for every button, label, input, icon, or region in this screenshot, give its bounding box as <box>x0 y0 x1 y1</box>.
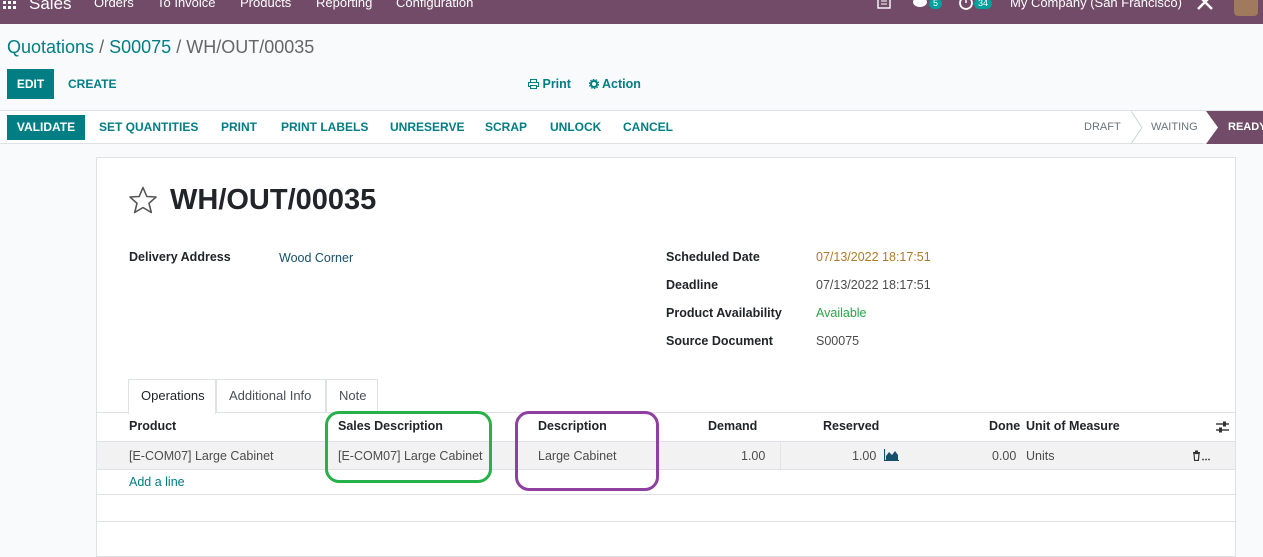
apps-menu-icon[interactable] <box>3 0 19 12</box>
product-availability-label: Product Availability <box>666 306 782 320</box>
print-menu[interactable]: Print <box>528 69 571 99</box>
divider <box>97 521 1235 522</box>
action-label: Action <box>602 77 641 91</box>
menu-to-invoice[interactable]: To Invoice <box>157 0 216 10</box>
add-a-line-link[interactable]: Add a line <box>129 475 185 489</box>
gear-icon <box>588 78 600 90</box>
scrap-button[interactable]: SCRAP <box>485 112 527 142</box>
print-labels-button[interactable]: PRINT LABELS <box>281 112 368 142</box>
company-switcher[interactable]: My Company (San Francisco) <box>1010 0 1182 10</box>
cancel-button[interactable]: CANCEL <box>623 112 673 142</box>
row-reserved[interactable]: 1.00 <box>852 449 876 463</box>
source-document-label: Source Document <box>666 334 773 348</box>
delivery-address-label: Delivery Address <box>129 250 231 264</box>
edit-button[interactable]: EDIT <box>7 69 54 99</box>
trash-icon[interactable] <box>1192 450 1210 461</box>
messages-badge: 5 <box>929 0 943 9</box>
statusbar: VALIDATE SET QUANTITIES PRINT PRINT LABE… <box>0 111 1263 144</box>
row-unit-of-measure[interactable]: Units <box>1026 449 1054 463</box>
chevron-right-icon <box>1131 111 1143 144</box>
menu-orders[interactable]: Orders <box>94 0 134 10</box>
breadcrumb-separator: / <box>176 37 182 57</box>
row-demand[interactable]: 1.00 <box>741 449 765 463</box>
action-menu[interactable]: Action <box>588 69 641 99</box>
divider <box>97 412 128 413</box>
menu-configuration[interactable]: Configuration <box>396 0 473 10</box>
highlight-description <box>515 411 659 491</box>
unreserve-button[interactable]: UNRESERVE <box>390 112 464 142</box>
form-sheet <box>96 157 1236 557</box>
tab-operations[interactable]: Operations <box>128 379 216 414</box>
print-icon <box>528 79 539 89</box>
row-done[interactable]: 0.00 <box>992 449 1016 463</box>
divider <box>97 469 1235 470</box>
row-product[interactable]: [E-COM07] Large Cabinet <box>129 449 274 463</box>
print-label: Print <box>542 77 571 91</box>
unlock-button[interactable]: UNLOCK <box>550 112 601 142</box>
breadcrumb-sale-order[interactable]: S00075 <box>109 37 171 57</box>
chevron-right-icon <box>1206 111 1218 144</box>
state-waiting[interactable]: WAITING <box>1151 111 1198 144</box>
breadcrumb-current: WH/OUT/00035 <box>186 37 315 57</box>
source-document-value: S00075 <box>816 334 860 348</box>
menu-products[interactable]: Products <box>240 0 291 10</box>
debug-tools-icon[interactable] <box>1196 0 1214 11</box>
record-title: WH/OUT/00035 <box>170 184 377 216</box>
divider <box>780 442 781 469</box>
delivery-address-value[interactable]: Wood Corner <box>279 251 353 265</box>
highlight-sales-description <box>325 411 492 483</box>
user-avatar[interactable] <box>1234 0 1258 16</box>
optional-columns-icon[interactable] <box>1216 421 1229 433</box>
star-icon[interactable] <box>128 186 158 214</box>
activities-clock-icon[interactable] <box>958 0 974 12</box>
menu-reporting[interactable]: Reporting <box>316 0 372 10</box>
forecast-chart-icon[interactable] <box>884 449 899 461</box>
divider <box>97 494 1235 495</box>
column-done[interactable]: Done <box>989 419 1020 433</box>
activities-badge: 34 <box>974 0 993 9</box>
scheduled-date-label: Scheduled Date <box>666 250 760 264</box>
product-availability-value: Available <box>816 306 867 320</box>
column-product[interactable]: Product <box>129 419 176 433</box>
column-demand[interactable]: Demand <box>708 419 757 433</box>
top-navbar: Sales Orders To Invoice Products Reporti… <box>0 0 1263 24</box>
print-button[interactable]: PRINT <box>221 112 257 142</box>
column-unit-of-measure[interactable]: Unit of Measure <box>1026 419 1120 433</box>
column-reserved[interactable]: Reserved <box>823 419 879 433</box>
create-button[interactable]: CREATE <box>68 69 116 99</box>
deadline-value: 07/13/2022 18:17:51 <box>816 278 931 292</box>
state-draft[interactable]: DRAFT <box>1084 111 1121 144</box>
set-quantities-button[interactable]: SET QUANTITIES <box>99 112 198 142</box>
tab-note[interactable]: Note <box>326 379 378 413</box>
scheduled-date-value: 07/13/2022 18:17:51 <box>816 250 931 264</box>
deadline-label: Deadline <box>666 278 719 292</box>
breadcrumb: Quotations / S00075 / WH/OUT/00035 <box>7 37 314 58</box>
messages-icon[interactable] <box>912 0 930 10</box>
app-name[interactable]: Sales <box>29 0 72 14</box>
breadcrumb-separator: / <box>99 37 105 57</box>
breadcrumb-quotations[interactable]: Quotations <box>7 37 94 57</box>
phone-icon[interactable] <box>877 0 891 10</box>
tab-additional-info[interactable]: Additional Info <box>216 379 326 413</box>
validate-button[interactable]: VALIDATE <box>7 115 85 140</box>
